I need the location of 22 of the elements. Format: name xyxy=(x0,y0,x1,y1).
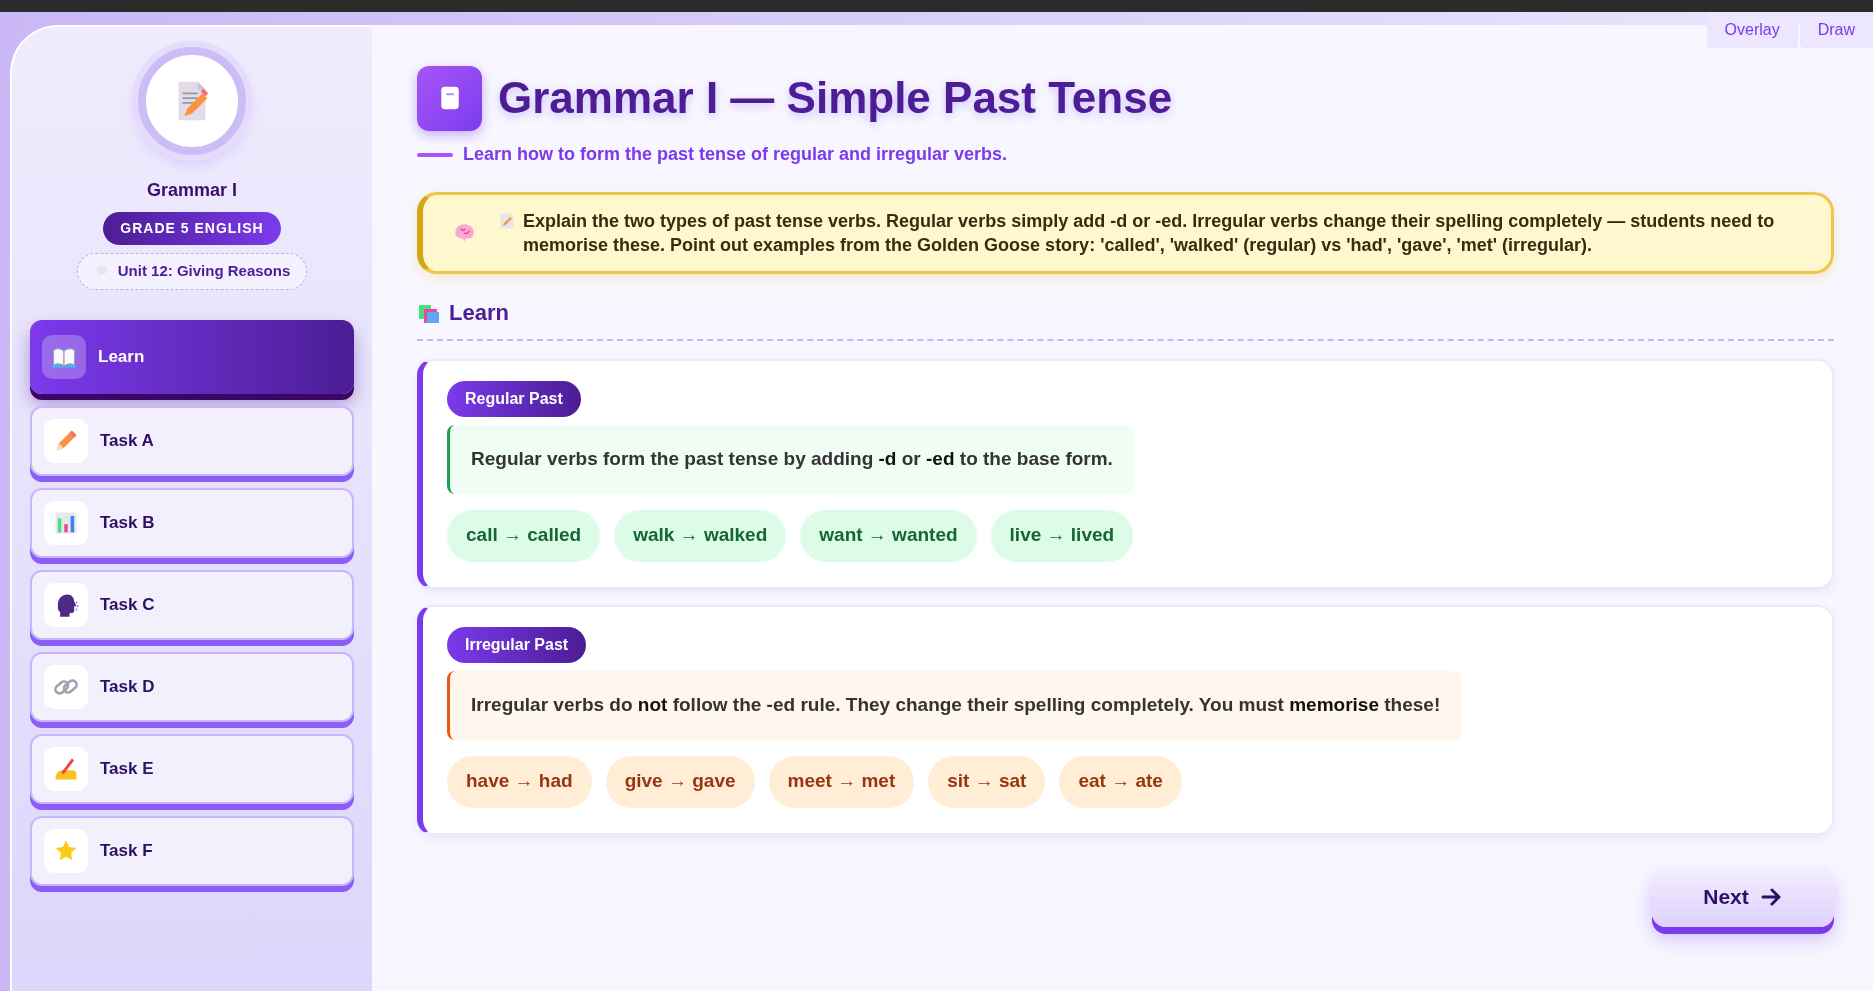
example-chip: want → wanted xyxy=(800,509,977,562)
memo-icon xyxy=(497,211,517,231)
example-chip: live → lived xyxy=(990,509,1134,562)
example-chip: give → gave xyxy=(605,755,755,808)
rule-text: Irregular verbs do not follow the -ed rule. They change their spelling completely. You must memorise these! xyxy=(447,671,1462,740)
example-chip: meet → met xyxy=(768,755,915,808)
note-text: Explain the two types of past tense verbs. Regular verbs simply add -d or -ed. Irregular verbs change their spelling completely — students need to memorise these. Point out examples from the Golden Goose story: 'called', 'walked' (regular) vs 'had', 'gave', 'met' (irregular). xyxy=(523,210,1776,257)
page-title: Grammar I — Simple Past Tense xyxy=(498,72,1173,124)
example-chip: have → had xyxy=(447,755,592,808)
card-tag: Regular Past xyxy=(447,381,581,417)
unit-label: Unit 12: Giving Reasons xyxy=(117,261,291,281)
section-heading: Learn xyxy=(449,299,509,327)
example-chip: walk → walked xyxy=(614,509,787,562)
toolbar-button[interactable]: Overlay xyxy=(1706,12,1798,48)
card-tag: Irregular Past xyxy=(447,627,587,663)
example-chip: sit → sat xyxy=(928,755,1046,808)
sidebar-title: Grammar I xyxy=(146,179,237,202)
example-chip: call → called xyxy=(447,509,601,562)
grade-badge: GRADE 5 ENGLISH xyxy=(103,212,281,245)
page-subtitle: Learn how to form the past tense of regular and irregular verbs. xyxy=(463,143,1008,166)
example-chip: eat → ate xyxy=(1059,755,1182,808)
rule-text: Regular verbs form the past tense by adding -d or -ed to the base form. xyxy=(447,425,1134,494)
